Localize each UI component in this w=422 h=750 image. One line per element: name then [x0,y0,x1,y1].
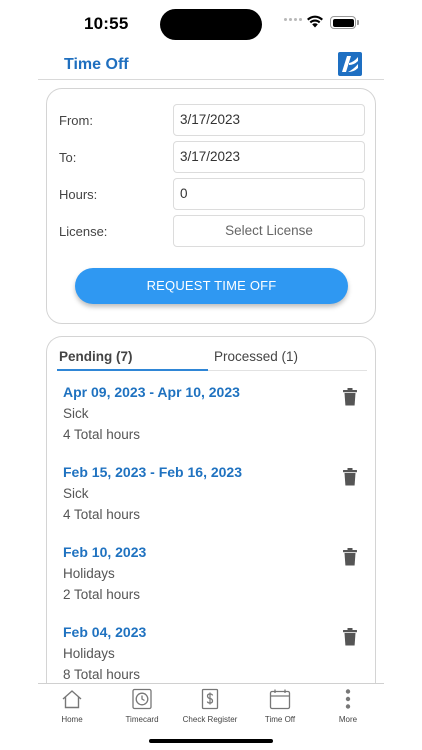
request-date: Apr 09, 2023 - Apr 10, 2023 [63,384,240,400]
nav-home[interactable]: Home [42,688,102,724]
nav-time-off[interactable]: Time Off [250,688,310,724]
list-item[interactable]: Feb 10, 2023 Holidays 2 Total hours [63,544,363,616]
trash-icon[interactable] [343,628,357,646]
request-type: Sick [63,406,89,421]
calendar-icon [269,689,291,710]
clock-icon [132,688,152,710]
nav-check-register[interactable]: Check Register [180,688,240,724]
home-indicator [149,739,273,743]
nav-timecard-label: Timecard [125,715,159,724]
home-icon [62,690,82,709]
battery-cap [357,20,359,25]
tab-processed[interactable]: Processed (1) [214,349,298,364]
request-date: Feb 10, 2023 [63,544,147,560]
signal-icon [284,18,302,21]
battery-icon [330,16,356,29]
nav-more-label: More [338,715,358,724]
more-vertical-icon [345,689,351,709]
status-time: 10:55 [84,14,129,33]
status-bar: 10:55 [0,0,422,48]
request-type: Sick [63,486,89,501]
requests-card: Pending (7) Processed (1) Apr 09, 2023 -… [46,336,376,696]
request-type: Holidays [63,566,115,581]
to-label: To: [59,150,77,165]
request-form-card: From: 3/17/2023 To: 3/17/2023 Hours: 0 L… [46,88,376,324]
trash-icon[interactable] [343,548,357,566]
dynamic-island [160,9,262,40]
license-label: License: [59,224,108,239]
request-hours: 4 Total hours [63,507,141,522]
hours-field[interactable]: 0 [173,178,365,210]
page-title: Time Off [64,56,129,73]
nav-timecard[interactable]: Timecard [112,688,172,724]
request-type: Holidays [63,646,115,661]
to-date-field[interactable]: 3/17/2023 [173,141,365,173]
request-time-off-button[interactable]: REQUEST TIME OFF [75,268,348,304]
nav-time-off-label: Time Off [264,715,296,724]
company-logo-icon [338,52,362,76]
wifi-icon [307,15,323,28]
trash-icon[interactable] [343,388,357,406]
from-label: From: [59,113,93,128]
hours-label: Hours: [59,187,98,202]
request-date: Feb 04, 2023 [63,624,147,640]
request-tabs: Pending (7) Processed (1) [57,347,367,371]
nav-more[interactable]: More [318,688,378,724]
list-item[interactable]: Feb 15, 2023 - Feb 16, 2023 Sick 4 Total… [63,464,363,536]
from-date-field[interactable]: 3/17/2023 [173,104,365,136]
tab-pending[interactable]: Pending (7) [59,349,133,364]
dollar-document-icon [201,688,219,710]
app-header: Time Off [38,50,384,80]
active-tab-indicator [57,369,208,371]
nav-home-label: Home [61,715,83,724]
request-date: Feb 15, 2023 - Feb 16, 2023 [63,464,242,480]
trash-icon[interactable] [343,468,357,486]
request-hours: 4 Total hours [63,427,141,442]
nav-check-register-label: Check Register [182,715,238,724]
bottom-nav: Home Timecard Check Register Time Off Mo… [38,683,384,727]
list-item[interactable]: Apr 09, 2023 - Apr 10, 2023 Sick 4 Total… [63,384,363,456]
request-hours: 2 Total hours [63,587,141,602]
request-hours: 8 Total hours [63,667,141,682]
license-select[interactable]: Select License [173,215,365,247]
